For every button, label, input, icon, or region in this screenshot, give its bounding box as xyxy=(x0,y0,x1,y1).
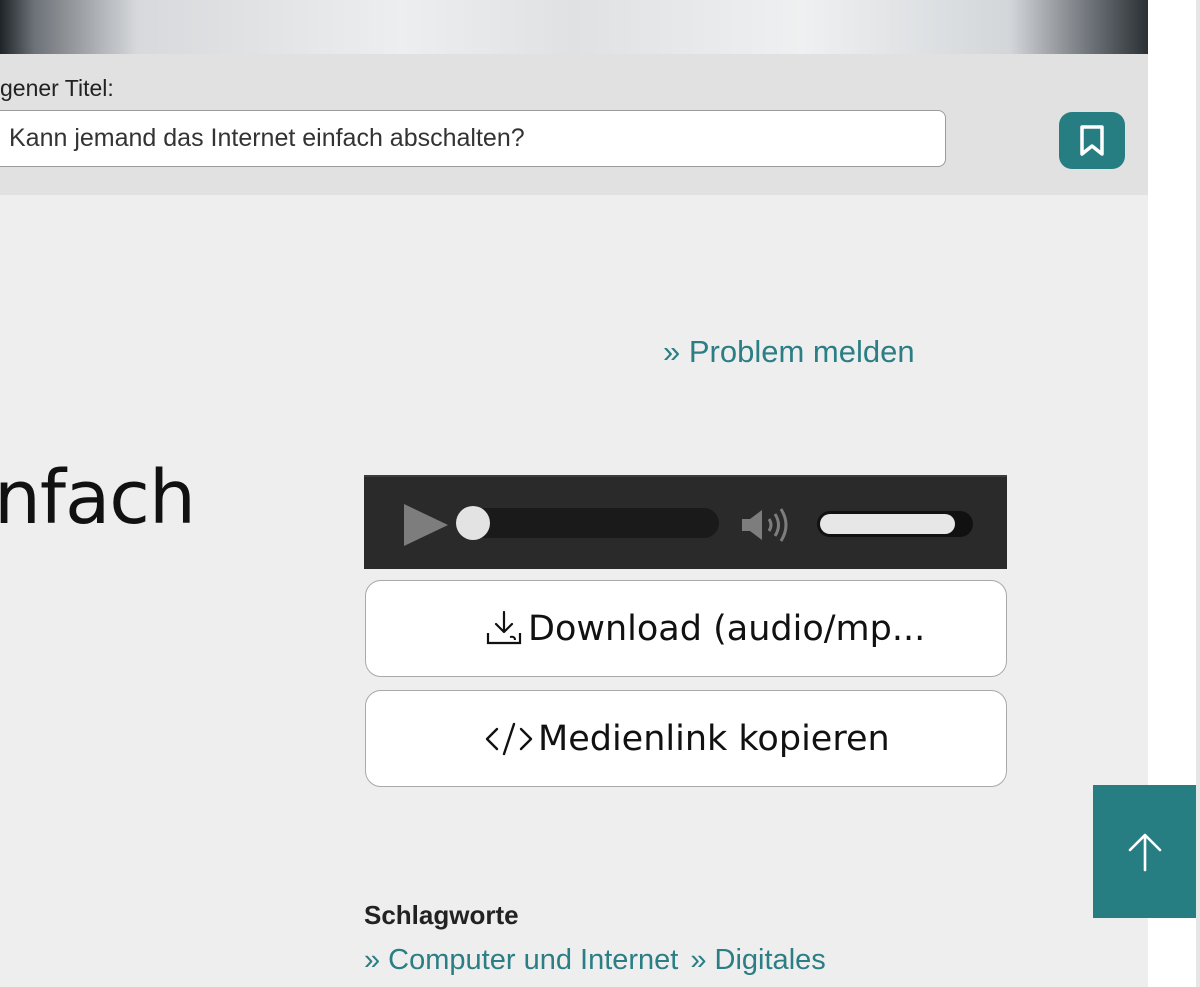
custom-title-label: gener Titel: xyxy=(0,75,114,101)
play-icon[interactable] xyxy=(404,504,448,546)
tag-link-digitales[interactable]: » Digitales xyxy=(690,944,825,976)
page-heading: nfach xyxy=(0,455,196,541)
video-preview[interactable] xyxy=(0,0,1148,54)
tags-heading: Schlagworte xyxy=(364,900,519,930)
audio-player xyxy=(364,475,1007,569)
code-icon xyxy=(484,719,534,759)
volume-slider[interactable] xyxy=(817,511,973,537)
progress-handle[interactable] xyxy=(456,506,490,540)
volume-icon[interactable] xyxy=(740,507,796,543)
page-content: gener Titel: » Problem melden nfach xyxy=(0,0,1148,987)
download-icon xyxy=(484,609,524,649)
copy-link-label: Medienlink kopieren xyxy=(538,718,890,759)
copy-media-link-button[interactable]: Medienlink kopieren xyxy=(365,690,1007,787)
scrollbar[interactable] xyxy=(1196,0,1200,987)
report-problem-link[interactable]: » Problem melden xyxy=(663,334,915,370)
bookmark-icon xyxy=(1080,124,1104,156)
download-button[interactable]: Download (audio/mp... xyxy=(365,580,1007,677)
tag-link-computer-internet[interactable]: » Computer und Internet xyxy=(364,944,678,976)
back-to-top-button[interactable] xyxy=(1093,785,1196,918)
download-button-label: Download (audio/mp... xyxy=(528,608,926,649)
progress-track[interactable] xyxy=(459,508,719,538)
volume-level xyxy=(820,514,955,534)
arrow-up-icon xyxy=(1128,833,1161,871)
tags-list: » Computer und Internet » Digitales xyxy=(364,944,826,977)
bookmark-button[interactable] xyxy=(1059,112,1125,169)
custom-title-input[interactable] xyxy=(0,110,946,167)
